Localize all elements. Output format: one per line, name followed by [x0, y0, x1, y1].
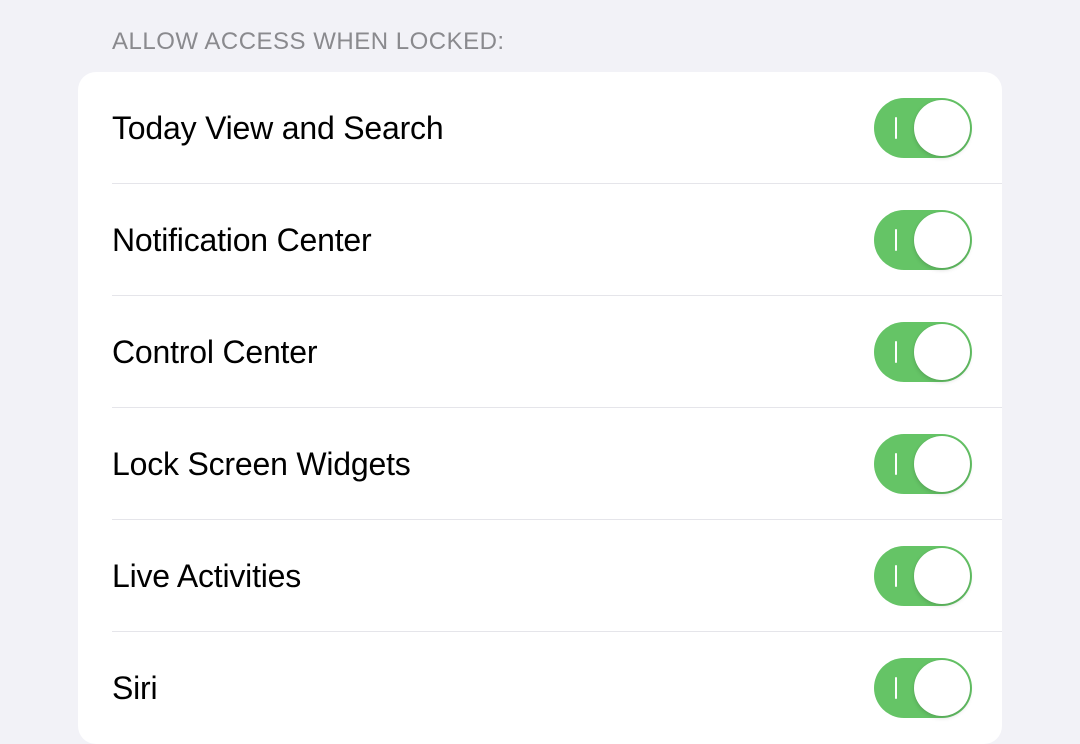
toggle-on-indicator-icon — [895, 565, 897, 587]
setting-label: Live Activities — [112, 558, 301, 595]
toggle-knob — [914, 212, 970, 268]
toggle-knob — [914, 436, 970, 492]
toggle-knob — [914, 324, 970, 380]
toggle-control-center[interactable] — [874, 322, 972, 382]
toggle-notification-center[interactable] — [874, 210, 972, 270]
toggle-lock-screen-widgets[interactable] — [874, 434, 972, 494]
setting-row-lock-screen-widgets: Lock Screen Widgets — [78, 408, 1002, 520]
setting-row-today-view: Today View and Search — [78, 72, 1002, 184]
toggle-knob — [914, 660, 970, 716]
toggle-today-view[interactable] — [874, 98, 972, 158]
toggle-siri[interactable] — [874, 658, 972, 718]
section-header-allow-access: ALLOW ACCESS WHEN LOCKED: — [0, 0, 1080, 72]
toggle-on-indicator-icon — [895, 453, 897, 475]
settings-group-allow-access: Today View and Search Notification Cente… — [78, 72, 1002, 744]
setting-row-live-activities: Live Activities — [78, 520, 1002, 632]
setting-row-control-center: Control Center — [78, 296, 1002, 408]
setting-row-siri: Siri — [78, 632, 1002, 744]
toggle-on-indicator-icon — [895, 341, 897, 363]
toggle-on-indicator-icon — [895, 117, 897, 139]
toggle-live-activities[interactable] — [874, 546, 972, 606]
setting-label: Notification Center — [112, 222, 371, 259]
setting-label: Control Center — [112, 334, 317, 371]
toggle-on-indicator-icon — [895, 229, 897, 251]
setting-label: Lock Screen Widgets — [112, 446, 411, 483]
toggle-knob — [914, 548, 970, 604]
setting-label: Siri — [112, 670, 157, 707]
setting-label: Today View and Search — [112, 110, 443, 147]
setting-row-notification-center: Notification Center — [78, 184, 1002, 296]
toggle-on-indicator-icon — [895, 677, 897, 699]
toggle-knob — [914, 100, 970, 156]
